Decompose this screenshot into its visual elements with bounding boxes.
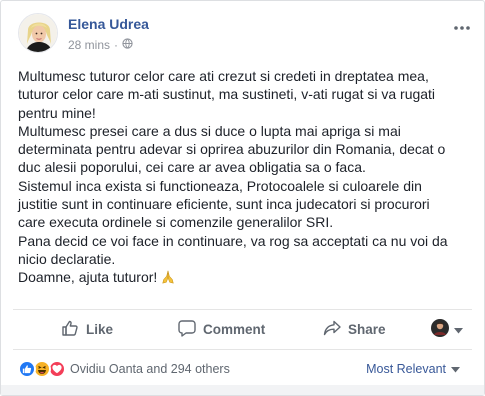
like-button[interactable]: Like <box>61 311 113 347</box>
share-label: Share <box>348 321 386 337</box>
more-options-icon[interactable] <box>454 14 470 35</box>
comment-sort-selector[interactable]: Most Relevant <box>366 362 460 376</box>
post-last-line: Doamne, ajuta tuturor! <box>18 268 473 288</box>
post-line: Multumesc tuturor celor care ati crezut … <box>18 68 429 84</box>
post-line: determinata pentru adevar si oprirea abu… <box>18 141 446 158</box>
post-header: Elena Udrea 28 mins · <box>18 10 478 58</box>
post-line: Pana decid ce voi face in continuare, va… <box>18 232 448 249</box>
post-meta: 28 mins · <box>68 38 133 52</box>
comment-button[interactable]: Comment <box>178 311 265 347</box>
post-line: Sistemul inca exista si functioneaza, Pr… <box>18 177 422 194</box>
like-icon <box>61 319 79 340</box>
sort-label: Most Relevant <box>366 362 446 376</box>
dropdown-arrow-icon <box>451 362 460 376</box>
share-icon <box>323 319 341 340</box>
post-line: care executa ordinele si comenzile gener… <box>18 214 334 231</box>
author-name[interactable]: Elena Udrea <box>68 16 149 32</box>
reactions-count[interactable]: Ovidiu Oanta and 294 others <box>70 362 230 376</box>
post-line: justitie sunt in continuare eficiente, s… <box>18 196 430 213</box>
author-avatar[interactable] <box>18 13 58 53</box>
like-label: Like <box>86 321 114 337</box>
globe-icon[interactable] <box>122 38 133 52</box>
praying-hands-icon <box>161 270 175 288</box>
meta-separator: · <box>114 38 119 52</box>
dropdown-arrow-icon <box>454 322 463 337</box>
audience-avatar <box>431 318 449 340</box>
action-bar: Like Comment Share <box>13 311 472 347</box>
footer-divider <box>13 349 472 350</box>
reactions-bar: Ovidiu Oanta and 294 others Most Relevan… <box>18 357 472 381</box>
post-line: tuturor celor care m-ati sustinut, ma su… <box>18 86 436 103</box>
post-line: Multumesc presei care a dus si duce o lu… <box>18 122 401 139</box>
actions-divider <box>13 309 472 310</box>
post-line: duc alesii poporului, cei care ar avea o… <box>18 159 366 176</box>
post-time[interactable]: 28 mins <box>68 38 110 52</box>
comment-icon <box>178 319 196 340</box>
bottom-strip <box>1 385 484 395</box>
post-text: Multumesc tuturor celor care ati crezut … <box>18 67 473 289</box>
share-button[interactable]: Share <box>323 311 386 347</box>
post-card: Elena Udrea 28 mins · Multumesc tuturor … <box>0 0 485 396</box>
post-line-text: Doamne, ajuta tuturor! <box>18 269 158 286</box>
like-reaction-icon <box>18 360 36 378</box>
comment-label: Comment <box>203 321 266 337</box>
post-line: nicio declaratie. <box>18 250 116 267</box>
post-line: pentru mine! <box>18 104 96 121</box>
reactions-summary[interactable]: Ovidiu Oanta and 294 others <box>18 360 230 378</box>
audience-selector[interactable] <box>431 311 463 347</box>
